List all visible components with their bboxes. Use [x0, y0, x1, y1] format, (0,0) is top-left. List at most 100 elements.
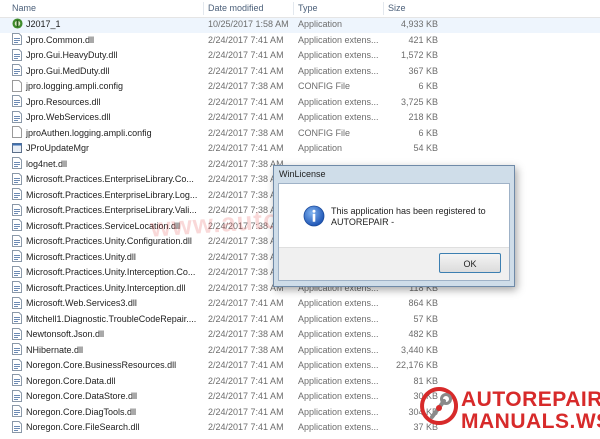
file-name-cell[interactable]: jproAuthen.logging.ampli.config	[12, 126, 202, 142]
file-name: Newtonsoft.Json.dll	[26, 329, 105, 339]
dll-icon	[12, 172, 22, 185]
file-row[interactable]: Jpro.Gui.MedDuty.dll 2/24/2017 7:41 AM App…	[0, 64, 600, 80]
file-name-cell[interactable]: Microsoft.Practices.Unity.Interception.d…	[12, 281, 202, 297]
file-type: Application extens...	[298, 406, 379, 417]
file-name-cell[interactable]: Jpro.Gui.MedDuty.dll	[12, 64, 202, 80]
file-row[interactable]: Jpro.Gui.HeavyDuty.dll 2/24/2017 7:41 AM A…	[0, 48, 600, 64]
file-name: Microsoft.Web.Services3.dll	[26, 298, 137, 308]
file-row[interactable]: jproAuthen.logging.ampli.config 2/24/2017…	[0, 126, 600, 142]
file-name-cell[interactable]: Noregon.Core.Data.dll	[12, 374, 202, 390]
file-row[interactable]: Jpro.Resources.dll 2/24/2017 7:41 AM Appli…	[0, 95, 600, 111]
file-row[interactable]: jpro.logging.ampli.config 2/24/2017 7:38 …	[0, 79, 600, 95]
file-size: 3,725 KB	[400, 96, 438, 107]
file-name: Noregon.Core.Data.dll	[26, 375, 116, 386]
file-name-cell[interactable]: Microsoft.Practices.EnterpriseLibrary.Co…	[12, 172, 202, 188]
file-size: 367 KB	[408, 65, 438, 76]
file-date: 2/24/2017 7:38 AM	[208, 344, 284, 355]
file-row[interactable]: Microsoft.Web.Services3.dll 2/24/2017 7:4…	[0, 296, 600, 312]
file-name-cell[interactable]: JProUpdateMgr	[12, 141, 202, 157]
file-row[interactable]: J2017_1 10/25/2017 1:58 AM Application 4,93…	[0, 17, 600, 33]
column-header-name[interactable]: Name	[8, 0, 208, 17]
file-date: 2/24/2017 7:41 AM	[208, 50, 284, 60]
file-name-cell[interactable]: Mitchell1.Diagnostic.TroubleCodeRepair..…	[12, 312, 202, 328]
file-type: Application extens...	[298, 375, 379, 386]
file-name-cell[interactable]: Noregon.Core.BusinessResources.dll	[12, 358, 202, 374]
wrench-gear-icon	[420, 387, 459, 425]
file-name-cell[interactable]: log4net.dll	[12, 157, 202, 173]
file-name: Microsoft.Practices.ServiceLocation.dll	[26, 220, 181, 231]
file-date: 2/24/2017 7:41 AM	[208, 65, 284, 76]
column-header-size[interactable]: Size	[384, 0, 444, 17]
file-name-cell[interactable]: Noregon.Core.DataStore.dll	[12, 389, 202, 405]
dll-icon	[12, 234, 22, 247]
logo-line1: AUTOREPAIR	[461, 388, 600, 411]
file-name-cell[interactable]: Microsoft.Practices.EnterpriseLibrary.Lo…	[12, 188, 202, 204]
file-type: CONFIG File	[298, 127, 351, 138]
file-name-cell[interactable]: Jpro.WebServices.dll	[12, 110, 202, 126]
dll-icon	[12, 312, 22, 325]
file-size: 864 KB	[408, 298, 438, 308]
file-type: Application extens...	[298, 96, 379, 107]
file-name-cell[interactable]: Microsoft.Web.Services3.dll	[12, 296, 202, 312]
file-name-cell[interactable]: Noregon.Core.DiagTools.dll	[12, 405, 202, 421]
file-name-cell[interactable]: Jpro.Gui.HeavyDuty.dll	[12, 48, 202, 64]
file-size: 3,440 KB	[400, 344, 438, 355]
file-size: 22,176 KB	[395, 360, 438, 370]
dll-icon	[12, 405, 22, 418]
file-name-cell[interactable]: Newtonsoft.Json.dll	[12, 327, 202, 343]
file-row[interactable]: Newtonsoft.Json.dll 2/24/2017 7:38 AM Appl…	[0, 327, 600, 343]
dll-icon	[12, 33, 22, 46]
file-size: 57 KB	[413, 313, 438, 324]
file-icon	[12, 126, 22, 139]
info-icon	[303, 205, 325, 227]
file-date: 10/25/2017 1:58 AM	[208, 19, 289, 29]
file-row[interactable]: Noregon.Core.BusinessResources.dll 2/24/2…	[0, 358, 600, 374]
file-row[interactable]: Jpro.Common.dll 2/24/2017 7:41 AM Applicat…	[0, 33, 600, 49]
dll-icon	[12, 64, 22, 77]
dialog-message-line2: AUTOREPAIR -	[331, 217, 395, 227]
file-name-cell[interactable]: Microsoft.Practices.Unity.Configuration.…	[12, 234, 202, 250]
file-row[interactable]: Jpro.WebServices.dll 2/24/2017 7:41 AM App…	[0, 110, 600, 126]
file-type: Application extens...	[298, 298, 379, 308]
ok-button[interactable]: OK	[439, 253, 501, 273]
file-name: Jpro.Gui.HeavyDuty.dll	[26, 50, 118, 60]
winlicense-dialog: WinLicense This application has been reg…	[273, 165, 515, 287]
file-size: 1,572 KB	[400, 50, 438, 60]
file-date: 2/24/2017 7:38 AM	[208, 81, 284, 91]
dll-icon	[12, 219, 22, 232]
file-type: Application extens...	[298, 50, 379, 60]
file-date: 2/24/2017 7:41 AM	[208, 143, 284, 153]
file-size: 4,933 KB	[400, 19, 438, 29]
file-name-cell[interactable]: Microsoft.Practices.ServiceLocation.dll	[12, 219, 202, 235]
dll-icon	[12, 343, 22, 356]
file-size: 54 KB	[413, 143, 438, 153]
file-name: Microsoft.Practices.EnterpriseLibrary.Lo…	[26, 189, 198, 200]
exe-icon	[12, 142, 22, 154]
file-name-cell[interactable]: Microsoft.Practices.Unity.Interception.C…	[12, 265, 202, 281]
file-name-cell[interactable]: Microsoft.Practices.EnterpriseLibrary.Va…	[12, 203, 202, 219]
file-row[interactable]: NHibernate.dll 2/24/2017 7:38 AM Applicati…	[0, 343, 600, 359]
file-name: Noregon.Core.BusinessResources.dll	[26, 360, 177, 370]
file-name-cell[interactable]: Noregon.Core.FileSearch.dll	[12, 420, 202, 436]
column-header-date[interactable]: Date modified	[204, 0, 294, 17]
file-date: 2/24/2017 7:41 AM	[208, 112, 284, 122]
dll-icon	[12, 265, 22, 278]
dll-icon	[12, 110, 22, 123]
file-date: 2/24/2017 7:41 AM	[208, 34, 284, 45]
file-name-cell[interactable]: Jpro.Resources.dll	[12, 95, 202, 111]
file-name-cell[interactable]: jpro.logging.ampli.config	[12, 79, 202, 95]
dialog-body: This application has been registered to …	[278, 183, 510, 281]
file-type: Application	[298, 19, 343, 29]
file-name-cell[interactable]: Microsoft.Practices.Unity.dll	[12, 250, 202, 266]
file-row[interactable]: JProUpdateMgr 2/24/2017 7:41 AM Applicatio…	[0, 141, 600, 157]
file-name-cell[interactable]: J2017_1	[12, 17, 202, 33]
file-row[interactable]: Mitchell1.Diagnostic.TroubleCodeRepair..…	[0, 312, 600, 328]
file-name-cell[interactable]: NHibernate.dll	[12, 343, 202, 359]
file-size: 482 KB	[408, 329, 438, 339]
file-name: Jpro.Gui.MedDuty.dll	[26, 65, 110, 76]
dll-icon	[12, 203, 22, 216]
dll-icon	[12, 157, 22, 170]
dialog-message-line1: This application has been registered to	[331, 206, 486, 216]
file-name-cell[interactable]: Jpro.Common.dll	[12, 33, 202, 49]
column-header-type[interactable]: Type	[294, 0, 384, 17]
